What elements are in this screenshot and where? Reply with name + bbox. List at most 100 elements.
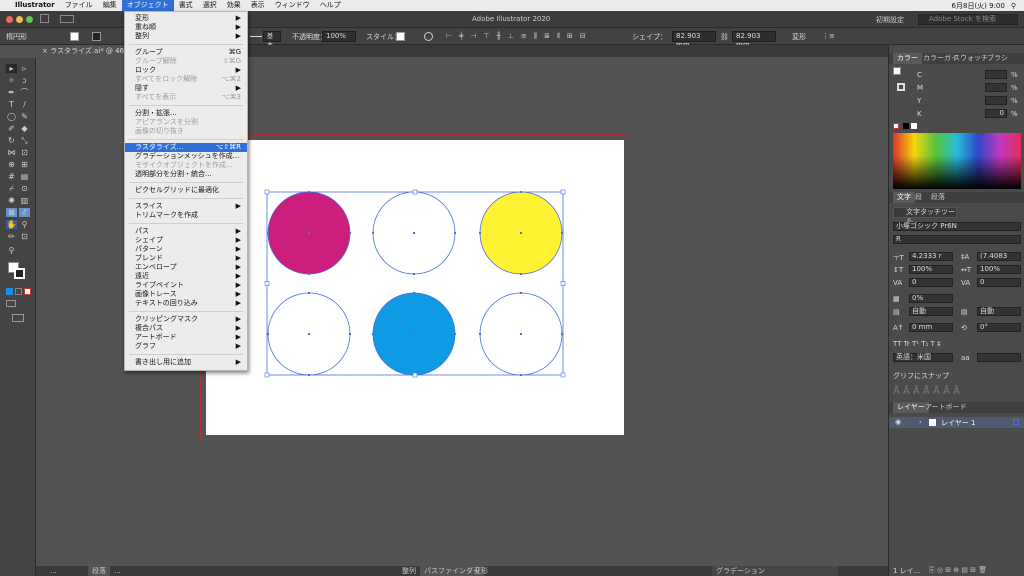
black-swatch[interactable]: [903, 123, 909, 129]
tab-brushes[interactable]: ブラシ: [983, 53, 1012, 64]
opacity-field[interactable]: 100%: [322, 31, 356, 42]
anchor-point[interactable]: [349, 333, 351, 335]
menu-window[interactable]: ウィンドウ: [270, 0, 315, 11]
touch-type-button[interactable]: 文字タッチツール: [893, 207, 957, 225]
free-transform-tool-icon[interactable]: ⊡: [19, 148, 30, 157]
shaper-tool-icon[interactable]: ✐: [6, 124, 17, 133]
menu-select[interactable]: 選択: [198, 0, 222, 11]
none-mode-icon[interactable]: [24, 288, 31, 295]
menu-item-1[interactable]: 重ね順 ▶: [125, 23, 247, 32]
search-icon[interactable]: ⚲: [1011, 2, 1016, 10]
bounding-box-handle[interactable]: [264, 189, 270, 195]
color-spectrum[interactable]: [893, 133, 1021, 189]
print-tiling-tool-icon[interactable]: ⊡: [19, 232, 30, 241]
channel-k-field[interactable]: 0: [985, 109, 1007, 118]
panel-stroke-icon[interactable]: [897, 83, 905, 91]
bounding-box-handle[interactable]: [412, 189, 418, 195]
center-point[interactable]: [308, 232, 310, 234]
align-buttons[interactable]: ⊢ ╪ ⊣ ⊤ ╫ ⊥ ≡ ⫼ ≣ ⫴ ⊞ ⊟: [446, 32, 626, 41]
menu-item-23[interactable]: エンベロープ ▶: [125, 263, 247, 272]
anchor-point[interactable]: [267, 333, 269, 335]
anchor-point[interactable]: [372, 333, 374, 335]
tracking-field[interactable]: 0: [977, 278, 1021, 287]
tab-transform[interactable]: 変形: [470, 566, 492, 576]
zoom-tool-2-icon[interactable]: ⚲: [6, 246, 17, 255]
menu-edit[interactable]: 編集: [98, 0, 122, 11]
menu-item-12[interactable]: ラスタライズ... ⌥⇧⌘R: [125, 143, 247, 152]
stock-search-input[interactable]: Adobe Stock を検索: [918, 14, 1018, 25]
menu-file[interactable]: ファイル: [60, 0, 98, 11]
glyph-snap-icons[interactable]: Å Å Å Å Å Å Å: [893, 386, 960, 397]
channel-m-field[interactable]: [985, 83, 1007, 92]
anchor-point[interactable]: [267, 232, 269, 234]
center-point[interactable]: [520, 333, 522, 335]
stroke-profile-select[interactable]: 基本: [263, 31, 281, 49]
anchor-point[interactable]: [372, 232, 374, 234]
center-point[interactable]: [413, 333, 415, 335]
magic-wand-tool-icon[interactable]: ✧: [6, 76, 17, 85]
menu-item-31[interactable]: グラフ ▶: [125, 342, 247, 351]
bounding-box-handle[interactable]: [264, 281, 270, 286]
scale-tool-icon[interactable]: ⤡: [19, 136, 30, 145]
hscale-field[interactable]: 100%: [977, 265, 1021, 274]
eyedropper-tool-icon[interactable]: ⌿: [6, 184, 17, 193]
anchor-point[interactable]: [520, 292, 522, 294]
selection-tool-icon[interactable]: ▸: [6, 64, 17, 73]
menu-item-5[interactable]: ロック ▶: [125, 66, 247, 75]
bounding-box-handle[interactable]: [560, 281, 566, 286]
font-size-field[interactable]: 4.2333 r: [909, 252, 953, 261]
baseline-field[interactable]: 0 mm: [909, 323, 953, 332]
menu-item-7[interactable]: 隠す ▶: [125, 84, 247, 93]
menu-item-18[interactable]: トリムマークを作成: [125, 211, 247, 220]
height-field[interactable]: 82.903 mm: [732, 31, 776, 49]
menu-item-22[interactable]: ブレンド ▶: [125, 254, 247, 263]
menu-item-15[interactable]: 透明部分を分割・統合...: [125, 170, 247, 179]
bounding-box-handle[interactable]: [264, 372, 270, 378]
symbol-sprayer-tool-icon[interactable]: ✺: [6, 196, 17, 205]
center-point[interactable]: [520, 232, 522, 234]
bounding-box-handle[interactable]: [560, 189, 566, 195]
link-icon[interactable]: ⛓: [720, 33, 729, 41]
slice-tool-icon[interactable]: ⫽: [19, 208, 30, 217]
menu-item-28[interactable]: クリッピングマスク ▶: [125, 315, 247, 324]
menu-item-21[interactable]: パターン ▶: [125, 245, 247, 254]
paintbrush-tool-icon[interactable]: ✎: [19, 112, 30, 121]
color-mode-icon[interactable]: [6, 288, 13, 295]
bottom-tab-1[interactable]: ...: [46, 566, 61, 576]
menu-item-19[interactable]: パス ▶: [125, 227, 247, 236]
panel-fill-icon[interactable]: [893, 67, 901, 75]
zoom-tool-icon[interactable]: ⚲: [19, 220, 30, 229]
perspective-grid-tool-icon[interactable]: ⊞: [19, 160, 30, 169]
menu-effect[interactable]: 効果: [222, 0, 246, 11]
menu-type[interactable]: 書式: [174, 0, 198, 11]
ellipse-tool-icon[interactable]: ◯: [6, 112, 17, 121]
menu-view[interactable]: 表示: [246, 0, 270, 11]
font-style-select[interactable]: R: [893, 235, 1021, 244]
layer-row[interactable]: ◉ › レイヤー 1: [889, 417, 1024, 428]
line-tool-icon[interactable]: /: [19, 100, 30, 109]
anchor-point[interactable]: [413, 273, 415, 275]
type-tool-icon[interactable]: T: [6, 100, 17, 109]
vscale-field[interactable]: 100%: [909, 265, 953, 274]
menu-item-13[interactable]: グラデーションメッシュを作成...: [125, 152, 247, 161]
menu-item-29[interactable]: 複合パス ▶: [125, 324, 247, 333]
char-rotate-field[interactable]: 0°: [977, 323, 1021, 332]
anchor-point[interactable]: [520, 191, 522, 193]
graph-tool-icon[interactable]: ▥: [19, 196, 30, 205]
draw-mode-icon[interactable]: [6, 300, 16, 307]
tab-paragraph[interactable]: 段落: [927, 192, 949, 203]
stroke-swatch[interactable]: [92, 32, 101, 41]
pen-tool-icon[interactable]: ✒: [6, 88, 17, 97]
artboard[interactable]: [206, 140, 624, 435]
menu-object[interactable]: オブジェクト: [121, 0, 174, 11]
tsume-field[interactable]: 0%: [909, 294, 953, 303]
menu-item-20[interactable]: シェイプ ▶: [125, 236, 247, 245]
width-field[interactable]: 82.903 mm: [672, 31, 716, 49]
rotate-tool-icon[interactable]: ↻: [6, 136, 17, 145]
style-swatch[interactable]: [396, 32, 405, 41]
anchor-point[interactable]: [308, 191, 310, 193]
channel-y-field[interactable]: [985, 96, 1007, 105]
leading-field[interactable]: (7.4083: [977, 252, 1021, 261]
anchor-point[interactable]: [479, 333, 481, 335]
anchor-point[interactable]: [454, 232, 456, 234]
